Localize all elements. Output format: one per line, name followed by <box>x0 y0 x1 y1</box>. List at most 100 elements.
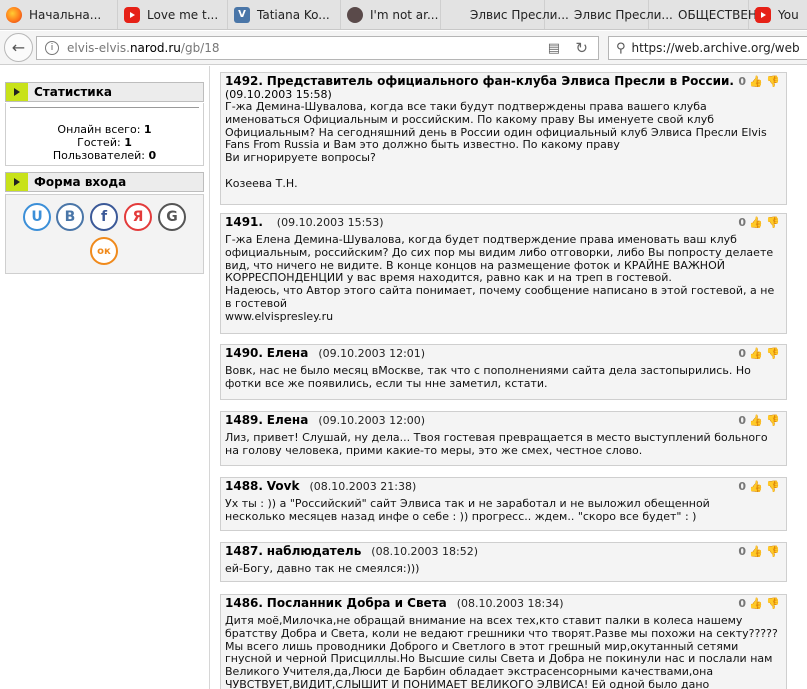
tab-7[interactable]: ОБЩЕСТВЕН... <box>649 0 768 29</box>
thumb-down-icon[interactable]: 👎 <box>766 76 780 88</box>
tab-5[interactable]: Элвис Пресли... <box>441 0 569 29</box>
message-line: Вовк, нас не было месяц вМоскве, так что… <box>225 364 751 377</box>
tab-6[interactable]: Элвис Пресли... <box>545 0 673 29</box>
thumb-up-icon[interactable]: 👍 <box>749 217 763 229</box>
entry-date: (08.10.2003 21:38) <box>309 480 417 493</box>
guestbook-entry: 1492. Представитель официального фан-клу… <box>220 72 787 205</box>
entry-number: 1487. <box>225 544 263 558</box>
entry-rating: 0 👍 👎 <box>738 215 780 231</box>
right-gutter <box>787 66 807 689</box>
yandex-login-button[interactable]: Я <box>124 203 152 231</box>
login-title: Форма входа <box>34 175 127 189</box>
back-button[interactable]: ← <box>4 33 33 62</box>
rating-value: 0 <box>738 414 746 427</box>
entry-message: Дитя моё,Милочка,не обращай внимание на … <box>225 614 782 689</box>
entry-message: Г-жа Елена Демина-Шувалова, когда будет … <box>225 233 782 324</box>
entry-number: 1489. <box>225 413 263 427</box>
entry-header: 1492. Представитель официального фан-клу… <box>225 73 782 89</box>
address-bar[interactable]: i elvis-elvis.narod.ru/gb/18 ▤ ↻ <box>36 36 599 60</box>
online-total-row: Онлайн всего: 1 <box>57 123 152 136</box>
entry-author: Елена <box>266 346 309 360</box>
stats-title: Статистика <box>34 85 112 99</box>
entry-author: Представитель официального фан-клуба Элв… <box>266 74 734 88</box>
entry-rating: 0 👍 👎 <box>738 346 780 362</box>
youtube-icon <box>755 6 771 23</box>
entry-author: Посланник Добра и Света <box>266 596 447 610</box>
guestbook-entry: 1490. Елена (09.10.2003 12:01) 0 👍 👎 Вовк, на… <box>220 344 787 400</box>
entry-header: 1489. Елена (09.10.2003 12:00) 0 👍 👎 <box>225 412 782 428</box>
google-login-button[interactable]: G <box>158 203 186 231</box>
message-line: официальным, российским? До сих пор мы в… <box>225 245 774 259</box>
reload-icon[interactable]: ↻ <box>575 39 588 57</box>
thumb-down-icon[interactable]: 👎 <box>766 415 780 427</box>
thumb-up-icon[interactable]: 👍 <box>749 415 763 427</box>
page-icon <box>551 7 567 23</box>
odnoklassniki-login-button[interactable]: ок <box>90 237 118 265</box>
message-line: братству Добра и Света, коли не ведают г… <box>225 626 778 640</box>
entry-number: 1492. <box>225 74 263 88</box>
facebook-login-button[interactable]: f <box>90 203 118 231</box>
tab-label: Начальна... <box>29 7 102 22</box>
search-value: https://web.archive.org/web <box>631 41 800 55</box>
thumb-up-icon[interactable]: 👍 <box>749 598 763 610</box>
tab-bar: Начальна... Love me t... V Tatiana Ko... I'm… <box>0 0 807 30</box>
search-input[interactable]: ⚲ https://web.archive.org/web <box>608 36 807 60</box>
login-block-header: Форма входа <box>5 172 204 192</box>
entry-header: 1490. Елена (09.10.2003 12:01) 0 👍 👎 <box>225 345 782 361</box>
thumb-down-icon[interactable]: 👎 <box>766 481 780 493</box>
entry-date: (09.10.2003 12:00) <box>318 414 426 427</box>
stats-block: Онлайн всего: 1 Гостей: 1 Пользователей:… <box>5 103 204 166</box>
page-icon <box>447 7 463 23</box>
info-icon[interactable]: i <box>45 41 59 55</box>
guestbook-entry: 1491. (09.10.2003 15:53) 0 👍 👎 Г-жа Елена Де… <box>220 213 787 334</box>
thumb-down-icon[interactable]: 👎 <box>766 348 780 360</box>
thumb-up-icon[interactable]: 👍 <box>749 481 763 493</box>
message-line <box>225 165 782 178</box>
entry-rating: 0 👍 👎 <box>738 74 780 90</box>
entry-author: Vovk <box>266 479 300 493</box>
entry-number: 1490. <box>225 346 263 360</box>
tab-2[interactable]: Love me t... <box>118 0 228 29</box>
tab-label: Love me t... <box>147 7 219 22</box>
entry-rating: 0 👍 👎 <box>738 596 780 612</box>
thumb-down-icon[interactable]: 👎 <box>766 217 780 229</box>
thumb-up-icon[interactable]: 👍 <box>749 546 763 558</box>
message-line: именоваться Официальным и российским. По… <box>225 112 714 126</box>
tab-8[interactable]: You <box>749 0 807 29</box>
thumb-down-icon[interactable]: 👎 <box>766 598 780 610</box>
message-line: Дитя моё,Милочка,не обращай внимание на … <box>225 614 743 627</box>
address-url: elvis-elvis.narod.ru/gb/18 <box>67 41 220 55</box>
tab-3[interactable]: V Tatiana Ko... <box>228 0 341 29</box>
reader-view-icon[interactable]: ▤ <box>548 41 560 56</box>
users-row: Пользователей: 0 <box>52 149 157 162</box>
sidebar: Статистика Онлайн всего: 1 Гостей: 1 Пол… <box>0 66 210 689</box>
guestbook-entry: 1487. наблюдатель (08.10.2003 18:52) 0 👍 👎 ей… <box>220 542 787 582</box>
arrow-marker-icon <box>6 173 28 191</box>
entry-message: Г-жа Демина-Шувалова, когда все таки буд… <box>225 100 782 191</box>
rating-value: 0 <box>738 75 746 88</box>
entry-rating: 0 👍 👎 <box>738 413 780 429</box>
message-line: Ви игнорируете вопросы? <box>225 151 376 165</box>
message-line: в гостевой <box>225 296 288 310</box>
thumb-up-icon[interactable]: 👍 <box>749 348 763 360</box>
entry-date: (08.10.2003 18:52) <box>371 545 479 558</box>
ucoz-login-button[interactable]: U <box>23 203 51 231</box>
firefox-icon <box>6 6 22 23</box>
entry-date: (08.10.2003 18:34) <box>456 597 564 610</box>
message-line: Г-жа Елена Демина-Шувалова, когда будет … <box>225 233 737 246</box>
entry-author: наблюдатель <box>266 544 362 558</box>
thumb-down-icon[interactable]: 👎 <box>766 546 780 558</box>
tab-1[interactable]: Начальна... <box>0 0 118 29</box>
rating-value: 0 <box>738 347 746 360</box>
vk-login-button[interactable]: B <box>56 203 84 231</box>
thumb-up-icon[interactable]: 👍 <box>749 76 763 88</box>
page-content: Статистика Онлайн всего: 1 Гостей: 1 Пол… <box>0 66 807 689</box>
tab-4[interactable]: I'm not ar... <box>341 0 441 29</box>
youtube-icon <box>124 6 140 23</box>
cloudflare-icon <box>347 6 363 23</box>
message-line: несколько месяцев назад инфе о себе : ))… <box>225 509 697 523</box>
guestbook-entry: 1486. Посланник Добра и Света (08.10.2003… <box>220 594 787 689</box>
message-line: Надеюсь, что Автор этого сайта понимает,… <box>225 284 775 298</box>
tab-label: You <box>778 7 799 22</box>
entry-message: ей-Богу, давно так не смеялся:))) <box>225 562 782 576</box>
